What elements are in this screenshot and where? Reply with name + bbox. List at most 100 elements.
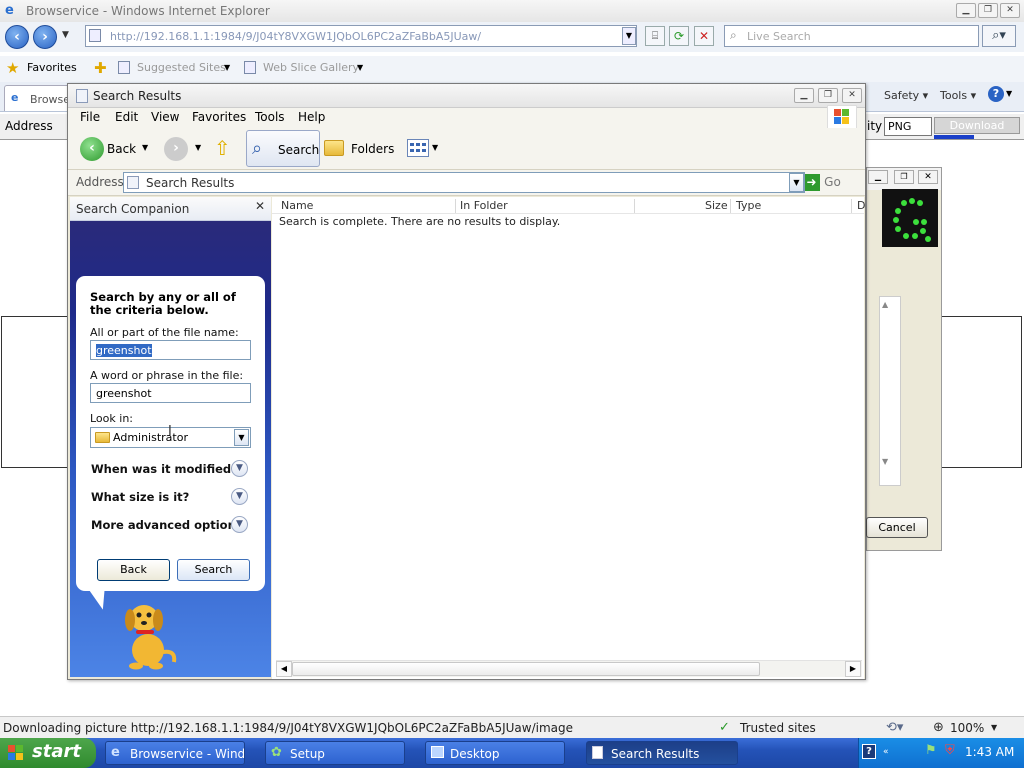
favorites-button[interactable]: Favorites	[27, 61, 77, 74]
lookin-label: Look in:	[90, 412, 133, 425]
bg-minimize-button[interactable]: ▁	[868, 170, 888, 184]
sr-close-button[interactable]: ✕	[842, 88, 862, 103]
column-in-folder[interactable]: In Folder	[460, 199, 508, 212]
back-dropdown-icon[interactable]: ▼	[142, 143, 148, 152]
toolbar-folders-button[interactable]: Folders	[351, 142, 394, 156]
horizontal-scrollbar[interactable]: ◀ ▶	[276, 660, 862, 677]
back-arrow-icon[interactable]: ‹	[5, 25, 29, 49]
suggested-sites-link[interactable]: Suggested Sites	[137, 61, 226, 74]
zoom-level[interactable]: 100%	[950, 721, 984, 735]
tools-menu[interactable]: Tools ▾	[940, 89, 976, 102]
forward-dropdown-icon[interactable]: ▼	[195, 143, 201, 152]
column-divider[interactable]	[455, 199, 456, 213]
cancel-button[interactable]: Cancel	[866, 517, 928, 538]
go-button[interactable]: ➜ Go	[803, 174, 841, 191]
column-date[interactable]: D	[857, 199, 865, 212]
suggested-page-icon	[118, 61, 130, 74]
sr-address-input[interactable]: Search Results	[123, 172, 805, 193]
task-desktop[interactable]: Desktop	[425, 741, 565, 765]
menu-favorites[interactable]: Favorites	[192, 110, 246, 124]
scroll-up-icon[interactable]: ▲	[882, 300, 888, 309]
network-tray-icon[interactable]: ⚑	[925, 743, 937, 758]
bg-maximize-button[interactable]: ❐	[894, 170, 914, 184]
scroll-left-icon[interactable]: ◀	[276, 661, 292, 677]
filename-input[interactable]: greenshot	[90, 340, 251, 360]
option-size[interactable]: What size is it?	[91, 490, 189, 504]
task-search-results[interactable]: Search Results	[586, 741, 738, 765]
bg-close-button[interactable]: ✕	[918, 170, 938, 184]
column-divider[interactable]	[851, 199, 852, 213]
phrase-input[interactable]: greenshot	[90, 383, 251, 403]
option-modified[interactable]: When was it modified?	[91, 462, 238, 476]
compatibility-icon[interactable]: ⌸	[645, 26, 665, 46]
task-setup-icon: ✿	[271, 745, 282, 760]
menu-help[interactable]: Help	[298, 110, 325, 124]
sr-maximize-button[interactable]: ❐	[818, 88, 838, 103]
magnifier-icon: ⌕	[252, 138, 263, 159]
menu-tools[interactable]: Tools	[255, 110, 285, 124]
views-dropdown-icon[interactable]: ▼	[432, 143, 438, 152]
column-size[interactable]: Size	[705, 199, 728, 212]
task-browservice[interactable]: e Browservice - Wind...	[105, 741, 245, 765]
menu-edit[interactable]: Edit	[115, 110, 138, 124]
add-favorite-icon[interactable]: ✚	[94, 59, 107, 77]
menu-file[interactable]: File	[80, 110, 100, 124]
zoom-dropdown-icon[interactable]: ▼	[991, 723, 997, 732]
column-type[interactable]: Type	[736, 199, 761, 212]
quality-label: ity	[867, 119, 883, 133]
column-name[interactable]: Name	[281, 199, 313, 212]
help-dropdown-icon[interactable]: ▼	[1006, 89, 1012, 98]
scroll-thumb[interactable]	[292, 662, 760, 676]
web-slice-gallery-link[interactable]: Web Slice Gallery	[263, 61, 359, 74]
option-advanced[interactable]: More advanced options	[91, 518, 243, 532]
companion-close-icon[interactable]: ✕	[255, 199, 265, 213]
scroll-right-icon[interactable]: ▶	[845, 661, 861, 677]
toolbar-search-button[interactable]: ⌕ Search	[246, 130, 320, 167]
views-icon[interactable]	[407, 139, 429, 157]
help-icon[interactable]: ?	[988, 86, 1004, 102]
stop-icon[interactable]: ✕	[694, 26, 714, 46]
search-go-icon[interactable]: ⌕▾	[982, 25, 1016, 47]
protected-mode-icon[interactable]: ⟲▾	[886, 720, 903, 735]
minimize-button[interactable]: ▁	[956, 3, 976, 18]
toolbar-back-button[interactable]: Back	[107, 142, 136, 156]
size-expand-icon[interactable]: ▼	[231, 488, 248, 505]
scroll-down-icon[interactable]: ▼	[882, 457, 888, 466]
advanced-expand-icon[interactable]: ▼	[231, 516, 248, 533]
slice-dropdown-icon[interactable]: ▼	[357, 63, 363, 72]
maximize-button[interactable]: ❐	[978, 3, 998, 18]
sr-address-dropdown-icon[interactable]: ▼	[789, 173, 804, 192]
safety-menu[interactable]: Safety ▾	[884, 89, 928, 102]
forward-arrow-icon[interactable]: ›	[33, 25, 57, 49]
back-green-icon[interactable]: ‹	[80, 137, 104, 161]
close-button[interactable]: ✕	[1000, 3, 1020, 18]
companion-back-button[interactable]: Back	[97, 559, 170, 581]
column-divider[interactable]	[730, 199, 731, 213]
zoom-icon[interactable]: ⊕	[933, 720, 944, 735]
lookin-dropdown-icon[interactable]: ▼	[234, 429, 249, 446]
tray-expand-icon[interactable]: «	[883, 747, 889, 757]
suggested-dropdown-icon[interactable]: ▼	[224, 63, 230, 72]
help-tray-icon[interactable]: ?	[862, 744, 876, 759]
bg-scrollbar[interactable]: ▲ ▼	[879, 296, 901, 486]
refresh-icon[interactable]: ⟳	[669, 26, 689, 46]
security-tray-icon[interactable]: ⛨	[945, 743, 955, 758]
companion-search-button[interactable]: Search	[177, 559, 250, 581]
live-search-input[interactable]: Live Search	[724, 25, 979, 47]
format-select[interactable]: PNG	[884, 117, 932, 136]
ie-address-input[interactable]: http://192.168.1.1:1984/9/J04tY8VXGW1JQb…	[85, 25, 637, 47]
address-dropdown-icon[interactable]: ▼	[622, 27, 636, 45]
menu-view[interactable]: View	[151, 110, 179, 124]
history-dropdown-icon[interactable]: ▼	[62, 30, 69, 40]
download-button[interactable]: Download	[934, 117, 1020, 134]
tab-browservice[interactable]: e Browse	[4, 85, 70, 111]
column-divider[interactable]	[634, 199, 635, 213]
slice-page-icon	[244, 61, 256, 74]
modified-expand-icon[interactable]: ▼	[231, 460, 248, 477]
clock[interactable]: 1:43 AM	[965, 745, 1014, 759]
sr-minimize-button[interactable]: ▁	[794, 88, 814, 103]
up-folder-icon[interactable]: ⇧	[214, 136, 231, 160]
start-button[interactable]: start	[0, 738, 96, 768]
forward-gray-icon[interactable]: ›	[164, 137, 188, 161]
task-setup[interactable]: ✿ Setup	[265, 741, 405, 765]
